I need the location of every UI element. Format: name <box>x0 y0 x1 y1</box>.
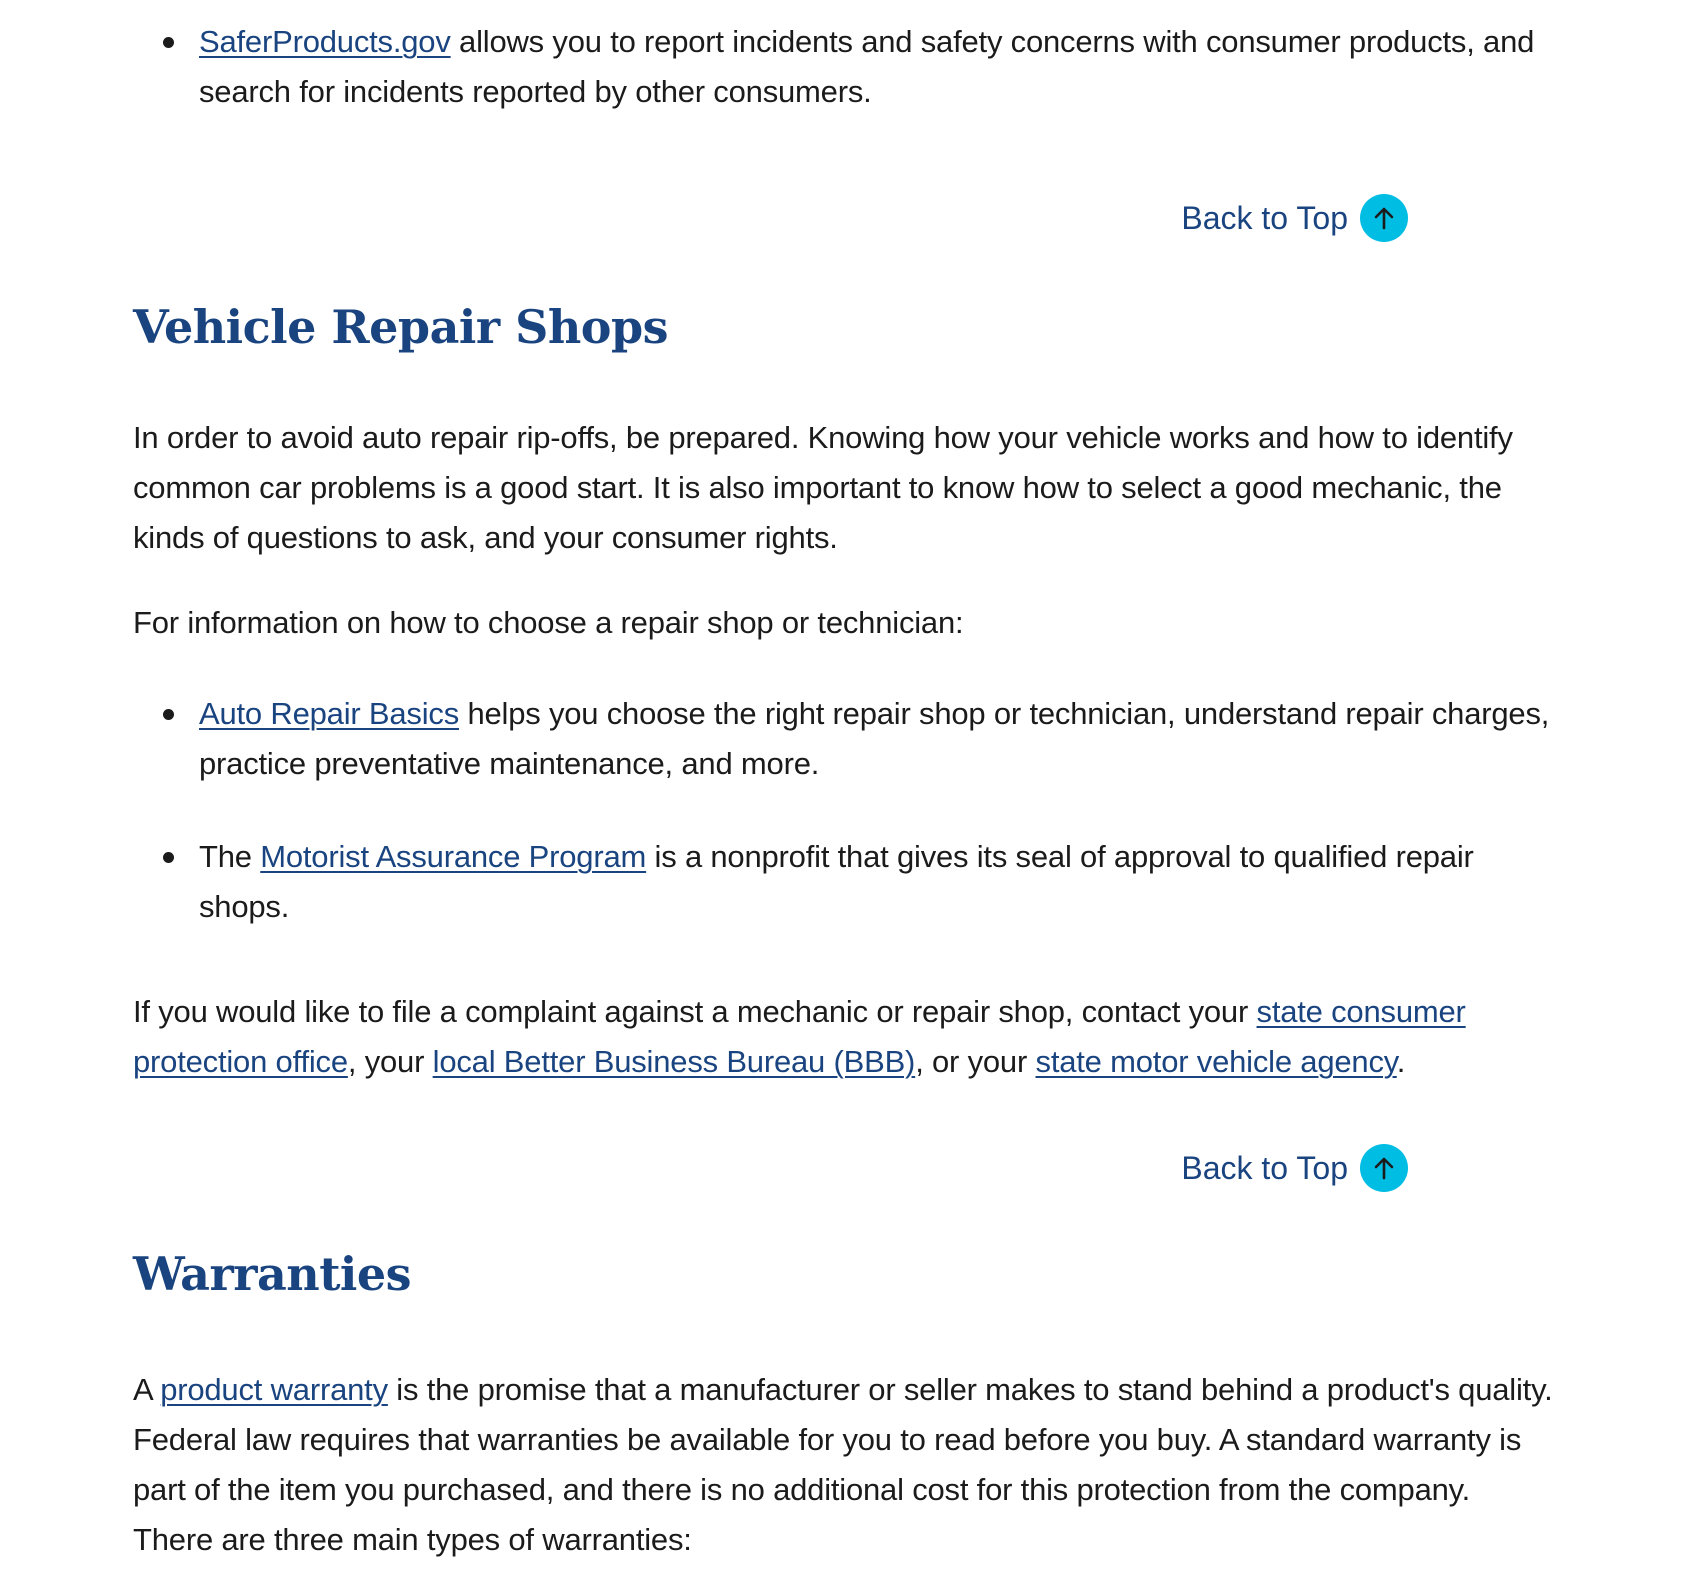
back-to-top-label: Back to Top <box>1181 199 1348 236</box>
local-bbb-link[interactable]: local Better Business Bureau (BBB) <box>433 1044 916 1079</box>
top-bullet-list: SaferProducts.gov allows you to report i… <box>133 17 1553 117</box>
complaint-text: , your <box>347 1044 433 1079</box>
vehicle-bullet-list-2: The Motorist Assurance Program is a nonp… <box>133 832 1553 932</box>
back-to-top-link[interactable]: Back to Top <box>1181 1144 1408 1192</box>
warranties-paragraph: A product warranty is the promise that a… <box>133 1365 1553 1565</box>
bullet-dot <box>163 852 174 863</box>
complaint-paragraph: If you would like to file a complaint ag… <box>133 987 1553 1087</box>
vehicle-lead-paragraph: For information on how to choose a repai… <box>133 605 964 640</box>
saferproducts-link[interactable]: SaferProducts.gov <box>199 24 451 59</box>
complaint-text: If you would like to file a complaint ag… <box>133 994 1257 1029</box>
section-title-warranties: Warranties <box>133 1247 412 1301</box>
arrow-up-icon <box>1360 1144 1408 1192</box>
vehicle-bullet-list: Auto Repair Basics helps you choose the … <box>133 689 1553 789</box>
warranties-prefix: A <box>133 1372 161 1407</box>
complaint-text: . <box>1396 1044 1406 1079</box>
back-to-top-link[interactable]: Back to Top <box>1181 194 1408 242</box>
list-item: The Motorist Assurance Program is a nonp… <box>133 832 1553 932</box>
motorist-assurance-program-link[interactable]: Motorist Assurance Program <box>260 839 646 874</box>
product-warranty-link[interactable]: product warranty <box>160 1372 388 1407</box>
bullet-dot <box>163 709 174 720</box>
list-item: Auto Repair Basics helps you choose the … <box>133 689 1553 789</box>
complaint-text: , or your <box>915 1044 1036 1079</box>
section-title-vehicle-repair-shops: Vehicle Repair Shops <box>133 300 669 354</box>
bullet-dot <box>163 37 174 48</box>
vehicle-intro-paragraph: In order to avoid auto repair rip-offs, … <box>133 420 1513 555</box>
back-to-top-label: Back to Top <box>1181 1149 1348 1186</box>
auto-repair-basics-link[interactable]: Auto Repair Basics <box>199 696 459 731</box>
state-motor-vehicle-agency-link[interactable]: state motor vehicle agency <box>1036 1044 1397 1079</box>
list-item-prefix: The <box>199 839 261 874</box>
arrow-up-icon <box>1360 194 1408 242</box>
list-item: SaferProducts.gov allows you to report i… <box>133 17 1553 117</box>
